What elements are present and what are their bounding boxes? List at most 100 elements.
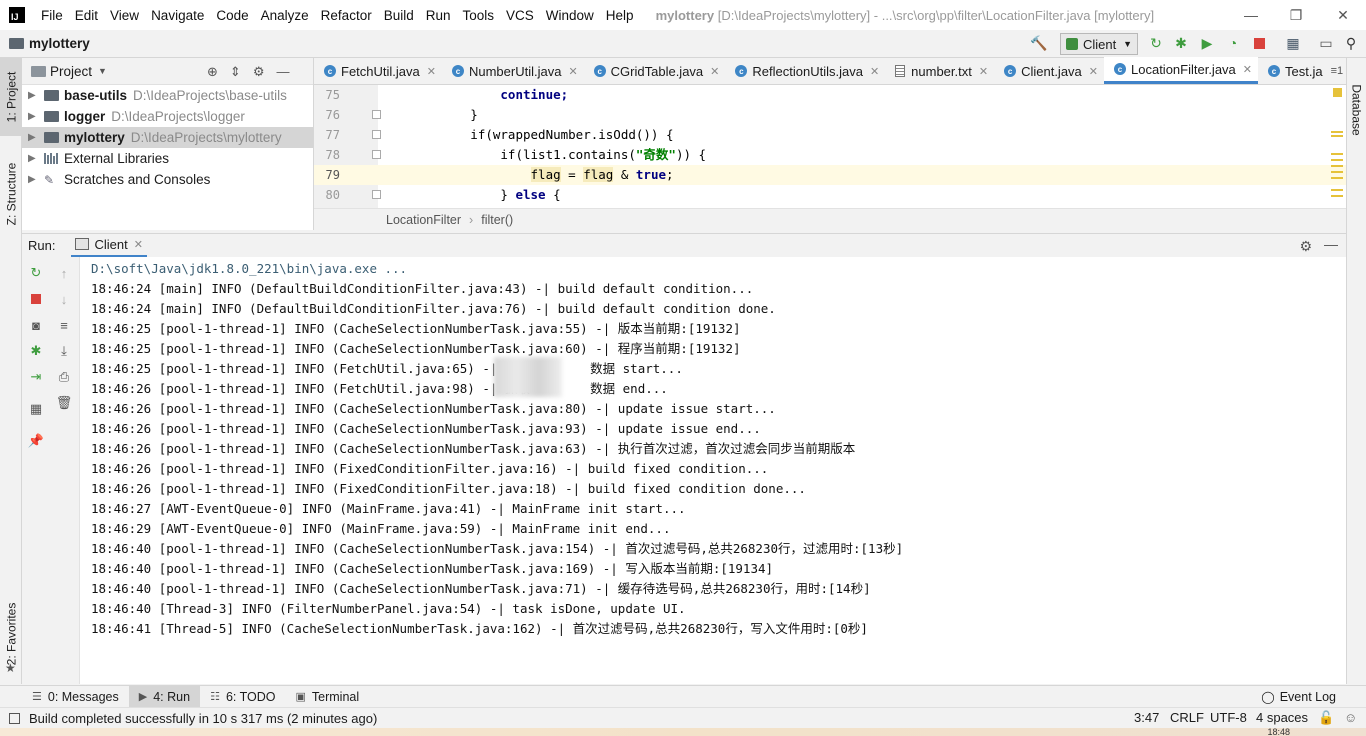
menu-help[interactable]: Help (600, 8, 640, 23)
editor-tab-test[interactable]: c Test.ja (1258, 58, 1325, 84)
tree-item-external-libraries[interactable]: ▶ External Libraries (22, 148, 313, 169)
event-log-tab[interactable]: ◯ Event Log (1261, 686, 1336, 708)
editor-tab-numberutil[interactable]: c NumberUtil.java ✕ (442, 58, 584, 84)
debug-bug-icon[interactable]: ✱ (28, 343, 44, 359)
menu-refactor[interactable]: Refactor (315, 8, 378, 23)
status-message[interactable]: Build completed successfully in 10 s 317… (29, 711, 377, 726)
stripe-mark[interactable] (1331, 177, 1343, 179)
indent-setting[interactable]: 4 spaces (1256, 710, 1308, 725)
editor-error-stripe[interactable] (1328, 85, 1346, 208)
menu-vcs[interactable]: VCS (500, 8, 540, 23)
stop-icon[interactable] (1250, 34, 1268, 52)
menu-edit[interactable]: Edit (69, 8, 104, 23)
presentation-icon[interactable]: ▭ (1317, 34, 1335, 52)
debug-icon[interactable]: ✱ (1172, 34, 1190, 52)
editor-tab-locationfilter[interactable]: c LocationFilter.java ✕ (1104, 57, 1258, 84)
more-tabs-button[interactable]: ≡1 (1331, 58, 1344, 84)
project-panel-title[interactable]: Project (50, 64, 92, 79)
close-icon[interactable]: ✕ (1089, 65, 1098, 78)
arrow-down-icon[interactable]: ↓ (56, 291, 72, 307)
tool-tab-messages[interactable]: ☰ 0: Messages (22, 686, 129, 708)
editor-tab-client[interactable]: c Client.java ✕ (994, 58, 1104, 84)
rerun-icon[interactable]: ↻ (1147, 34, 1165, 52)
run-configuration-select[interactable]: Client ▼ (1060, 33, 1138, 55)
lock-icon[interactable]: 🔓 (1318, 710, 1334, 726)
menu-navigate[interactable]: Navigate (145, 8, 210, 23)
tool-window-project-tab[interactable]: 1: Project (0, 58, 22, 136)
inspector-icon[interactable]: ☺ (1344, 710, 1357, 725)
chevron-right-icon[interactable]: ▶ (28, 153, 44, 164)
run-with-coverage-icon[interactable]: ▶ (1198, 34, 1216, 52)
tool-tab-terminal[interactable]: ▣ Terminal (286, 686, 370, 708)
tree-item-logger[interactable]: ▶ logger D:\IdeaProjects\logger (22, 106, 313, 127)
stripe-mark[interactable] (1331, 165, 1343, 167)
project-structure-icon[interactable]: ▦ (1284, 34, 1302, 52)
arrow-up-icon[interactable]: ↑ (56, 265, 72, 281)
hide-icon[interactable]: — (276, 64, 289, 80)
tool-window-structure-tab[interactable]: Z: Structure (0, 148, 22, 240)
menu-view[interactable]: View (104, 8, 145, 23)
close-icon[interactable]: ✕ (134, 238, 143, 251)
breadcrumb-class[interactable]: LocationFilter (386, 213, 461, 227)
breadcrumb-method[interactable]: filter() (481, 213, 513, 227)
chevron-down-icon[interactable]: ▼ (98, 66, 107, 76)
caret-position[interactable]: 3:47 (1134, 710, 1159, 725)
nav-project-breadcrumb[interactable]: mylottery (9, 36, 90, 51)
stripe-mark[interactable] (1331, 159, 1343, 161)
exit-icon[interactable]: ⇥ (28, 369, 44, 385)
close-window-button[interactable]: ✕ (1320, 0, 1366, 30)
maximize-button[interactable]: ❐ (1273, 0, 1319, 30)
menu-window[interactable]: Window (540, 8, 600, 23)
run-tab-client[interactable]: Client ✕ (71, 234, 147, 258)
stripe-mark[interactable] (1331, 131, 1343, 133)
menu-build[interactable]: Build (378, 8, 420, 23)
soft-wrap-icon[interactable]: ≡ (56, 317, 72, 333)
close-icon[interactable]: ✕ (710, 65, 719, 78)
layout-icon[interactable]: ▦ (28, 401, 44, 417)
tool-tab-run[interactable]: ▶ 4: Run (128, 685, 201, 708)
print-icon[interactable]: ⎙ (56, 369, 72, 385)
minimize-button[interactable]: — (1228, 0, 1274, 30)
stop-icon[interactable] (28, 291, 44, 307)
menu-file[interactable]: File (35, 8, 69, 23)
stripe-mark[interactable] (1331, 153, 1343, 155)
file-encoding[interactable]: UTF-8 (1210, 710, 1247, 725)
rerun-icon[interactable]: ↻ (28, 265, 44, 281)
hide-panel-icon[interactable]: — (1324, 236, 1338, 252)
close-icon[interactable]: ✕ (568, 65, 577, 78)
tree-item-base-utils[interactable]: ▶ base-utils D:\IdeaProjects\base-utils (22, 85, 313, 106)
editor-tab-cgridtable[interactable]: c CGridTable.java ✕ (584, 58, 726, 84)
chevron-right-icon[interactable]: ▶ (28, 111, 44, 122)
tool-tab-todo[interactable]: ☷ 6: TODO (200, 686, 285, 708)
menu-run[interactable]: Run (420, 8, 457, 23)
close-icon[interactable]: ✕ (870, 65, 879, 78)
tool-window-database-tab[interactable]: Database (1347, 80, 1366, 140)
stripe-mark[interactable] (1331, 135, 1343, 137)
warning-indicator-icon[interactable] (1333, 88, 1342, 97)
close-icon[interactable]: ✕ (979, 65, 988, 78)
editor-tab-reflectionutils[interactable]: c ReflectionUtils.java ✕ (725, 58, 885, 84)
gear-icon[interactable]: ⚙ (253, 64, 265, 80)
close-icon[interactable]: ✕ (1243, 63, 1252, 76)
editor-tab-number-txt[interactable]: number.txt ✕ (885, 58, 994, 84)
menu-code[interactable]: Code (210, 8, 254, 23)
console-output[interactable]: D:\soft\Java\jdk1.8.0_221\bin\java.exe .… (80, 257, 1346, 684)
build-hammer-icon[interactable]: 🔨 (1030, 34, 1048, 52)
editor-tab-fetchutil[interactable]: c FetchUtil.java ✕ (314, 58, 442, 84)
gear-icon[interactable]: ⚙ (1299, 238, 1312, 255)
menu-tools[interactable]: Tools (457, 8, 501, 23)
collapse-all-icon[interactable]: ⇕ (230, 64, 241, 80)
search-everywhere-icon[interactable]: ⚲ (1342, 34, 1360, 52)
scroll-to-end-icon[interactable]: ⤓ (56, 343, 72, 359)
tree-item-mylottery[interactable]: ▶ mylottery D:\IdeaProjects\mylottery (22, 127, 313, 148)
menu-analyze[interactable]: Analyze (255, 8, 315, 23)
camera-icon[interactable]: ◙ (28, 317, 44, 333)
chevron-right-icon[interactable]: ▶ (28, 174, 44, 185)
stripe-mark[interactable] (1331, 195, 1343, 197)
locate-icon[interactable]: ⊕ (207, 64, 218, 80)
close-icon[interactable]: ✕ (427, 65, 436, 78)
status-toggle-icon[interactable] (9, 712, 20, 724)
chevron-right-icon[interactable]: ▶ (28, 132, 44, 143)
code-editor[interactable]: 75 continue; 76 } 77 if(wrappedNumber.is… (314, 85, 1346, 208)
pin-icon[interactable]: 📌 (28, 433, 44, 449)
